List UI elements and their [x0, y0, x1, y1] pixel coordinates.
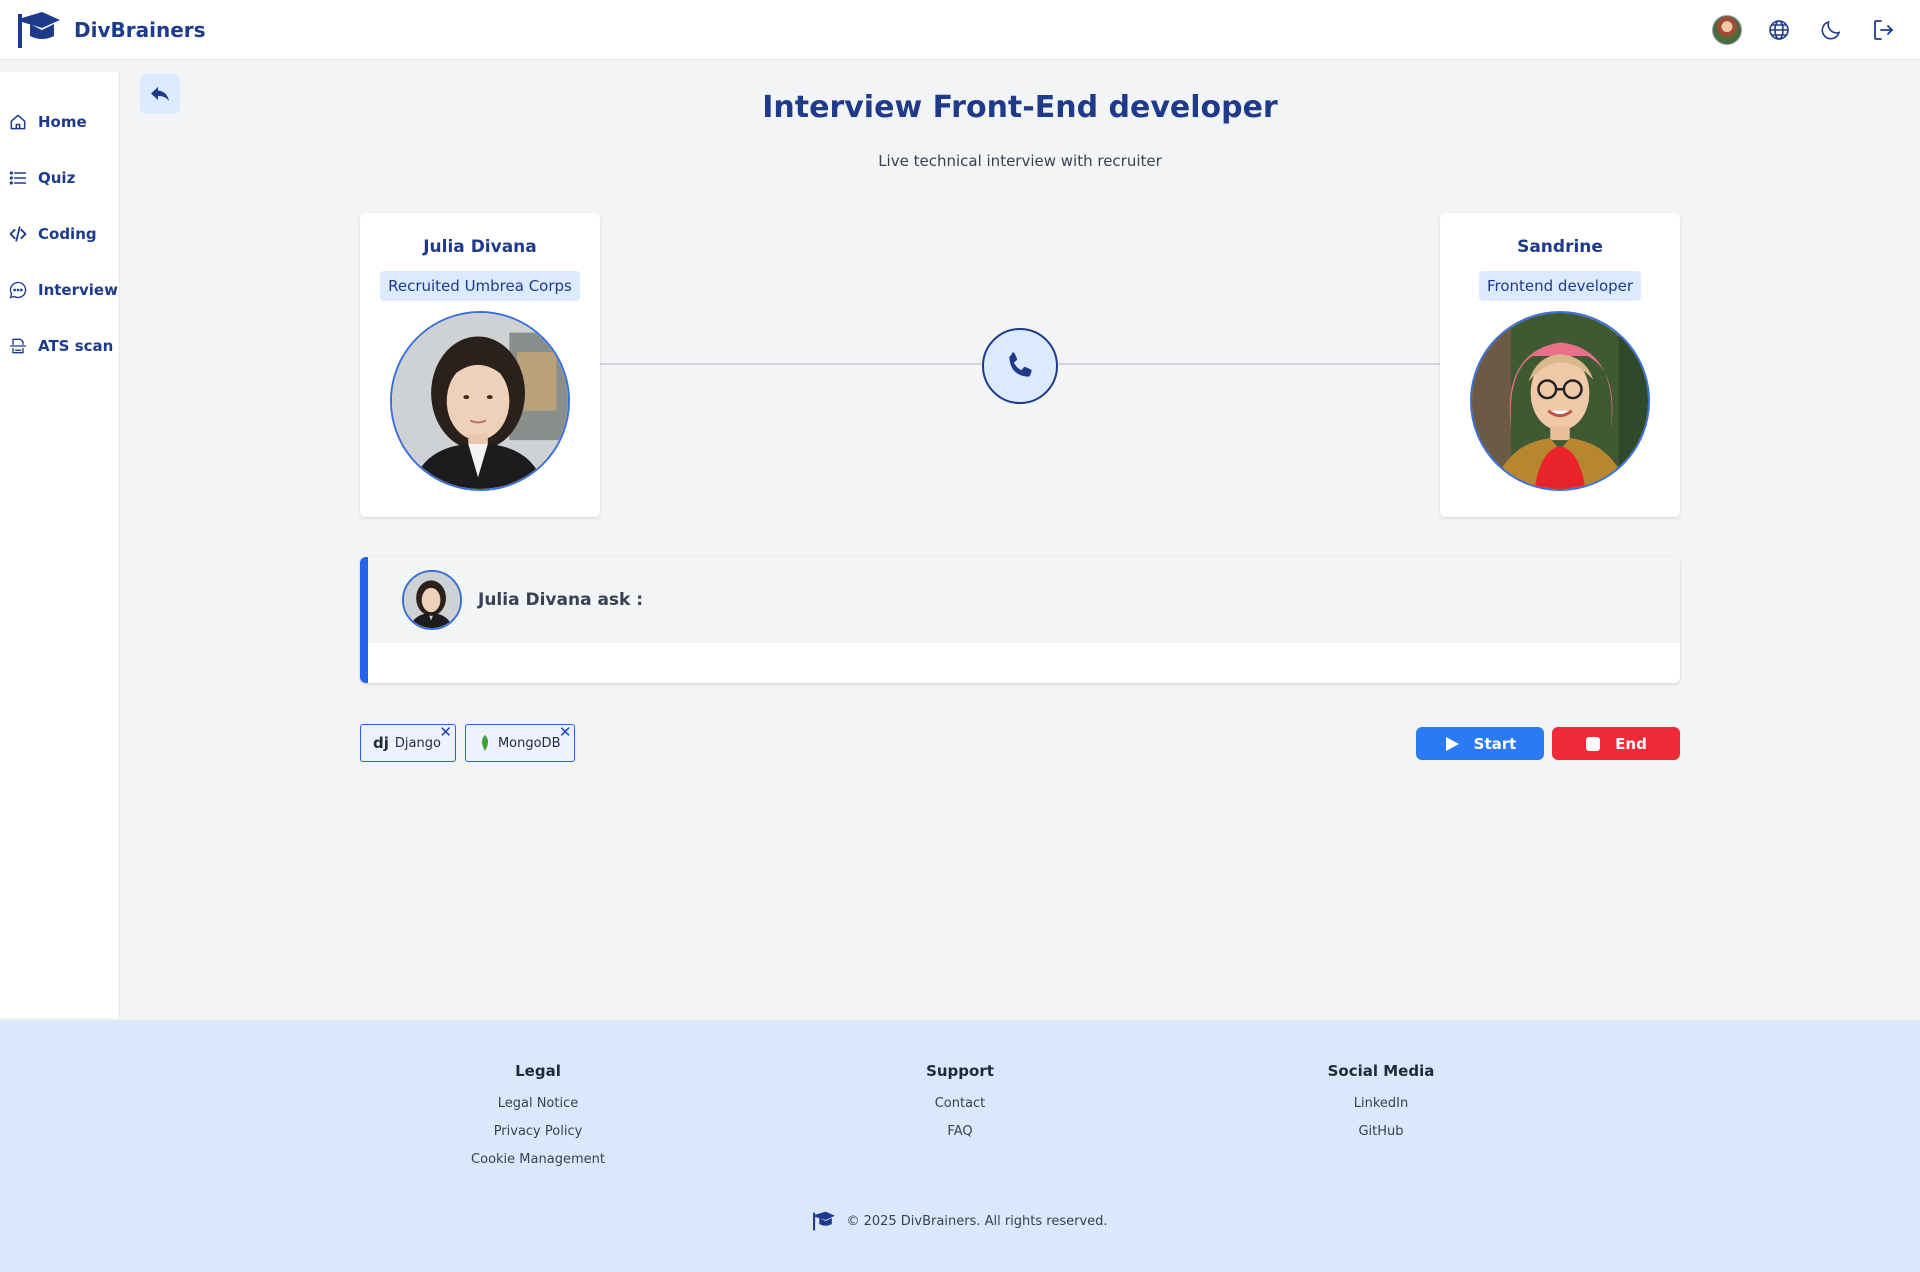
call-button[interactable] — [982, 328, 1058, 404]
interview-actions: Start End — [1416, 727, 1680, 760]
moon-icon — [1821, 20, 1841, 39]
sidebar-item-label: ATS scan — [38, 337, 114, 355]
candidate-photo — [1470, 311, 1650, 491]
sidebar-item-label: Coding — [38, 225, 97, 243]
sidebar: Home Quiz Coding Interview ATS scan — [0, 72, 120, 1018]
footer-link-faq[interactable]: FAQ — [850, 1118, 1070, 1146]
logout-button[interactable] — [1868, 15, 1898, 45]
footer-heading: Support — [926, 1062, 994, 1080]
page-subtitle: Live technical interview with recruiter — [878, 152, 1162, 170]
recruiter-name: Julia Divana — [423, 237, 537, 257]
recruiter-portrait — [392, 313, 568, 489]
header-actions — [1712, 14, 1904, 45]
sidebar-item-label: Home — [38, 113, 87, 131]
candidate-card: Sandrine Frontend developer — [1440, 213, 1680, 517]
user-avatar[interactable] — [1712, 14, 1742, 45]
page-title: Interview Front-End developer — [762, 90, 1278, 125]
question-text — [368, 643, 1680, 663]
sidebar-item-home[interactable]: Home — [0, 94, 119, 150]
tag-django[interactable]: dj Django ✕ — [360, 724, 456, 762]
django-icon: dj — [373, 734, 389, 752]
copyright-text: © 2025 DivBrainers. All rights reserved. — [846, 1213, 1108, 1229]
recruiter-card: Julia Divana Recruited Umbrea Corps — [360, 213, 600, 517]
candidate-portrait — [1472, 313, 1648, 489]
sidebar-item-label: Quiz — [38, 169, 76, 187]
code-icon — [9, 226, 27, 242]
logout-icon — [1874, 19, 1893, 40]
list-icon — [9, 171, 27, 185]
footer-link-github[interactable]: GitHub — [1271, 1118, 1491, 1146]
globe-icon — [1769, 19, 1789, 40]
candidate-role-badge: Frontend developer — [1478, 271, 1642, 301]
start-label: Start — [1473, 734, 1517, 753]
footer-link-privacy-policy[interactable]: Privacy Policy — [428, 1118, 648, 1146]
scan-icon — [9, 338, 27, 354]
footer-heading: Legal — [515, 1062, 561, 1080]
footer-link-legal-notice[interactable]: Legal Notice — [428, 1090, 648, 1118]
footer-column-support: Support Contact FAQ — [850, 1062, 1070, 1146]
home-icon — [10, 114, 26, 130]
theme-toggle-button[interactable] — [1816, 15, 1846, 45]
mongodb-leaf-icon — [481, 735, 488, 751]
sidebar-item-ats-scan[interactable]: ATS scan — [0, 318, 119, 374]
asker-portrait — [404, 572, 460, 628]
tag-label: Django — [394, 735, 441, 751]
brand-name: DivBrainers — [74, 17, 206, 42]
connection-line-right — [1058, 363, 1440, 365]
graduation-cap-logo-icon — [813, 1211, 836, 1231]
question-panel: Julia Divana ask : — [360, 557, 1680, 683]
question-header: Julia Divana ask : — [368, 557, 1680, 643]
footer-copyright: © 2025 DivBrainers. All rights reserved. — [0, 1210, 1920, 1232]
chat-icon — [9, 281, 27, 299]
graduation-cap-logo-icon — [18, 11, 60, 48]
top-navbar: DivBrainers — [0, 0, 1920, 60]
tech-tags: dj Django ✕ MongoDB ✕ — [360, 724, 576, 762]
footer-column-social: Social Media LinkedIn GitHub — [1271, 1062, 1491, 1146]
tag-label: MongoDB — [497, 735, 561, 751]
footer-link-linkedin[interactable]: LinkedIn — [1271, 1090, 1491, 1118]
question-label: Julia Divana ask : — [478, 590, 644, 610]
remove-tag-mongodb-close-icon[interactable]: ✕ — [559, 725, 572, 740]
footer-column-legal: Legal Legal Notice Privacy Policy Cookie… — [428, 1062, 648, 1174]
footer-heading: Social Media — [1327, 1062, 1435, 1080]
tag-mongodb[interactable]: MongoDB ✕ — [464, 724, 576, 762]
end-label: End — [1615, 734, 1647, 753]
footer-link-contact[interactable]: Contact — [850, 1090, 1070, 1118]
footer: Legal Legal Notice Privacy Policy Cookie… — [0, 1020, 1920, 1272]
brand-link[interactable]: DivBrainers — [16, 10, 206, 50]
recruiter-role-badge: Recruited Umbrea Corps — [380, 271, 580, 301]
recruiter-photo — [390, 311, 570, 491]
candidate-name: Sandrine — [1517, 237, 1603, 257]
remove-tag-django-close-icon[interactable]: ✕ — [439, 725, 452, 740]
end-button[interactable]: End — [1552, 727, 1680, 760]
play-icon — [1445, 736, 1459, 751]
phone-icon — [1009, 352, 1032, 377]
sidebar-item-coding[interactable]: Coding — [0, 206, 119, 262]
sidebar-item-quiz[interactable]: Quiz — [0, 150, 119, 206]
connection-line-left — [600, 363, 982, 365]
stop-icon — [1586, 736, 1601, 751]
footer-link-cookie-management[interactable]: Cookie Management — [428, 1146, 648, 1174]
language-button[interactable] — [1764, 15, 1794, 45]
sidebar-item-interview[interactable]: Interview — [0, 262, 119, 318]
asker-avatar — [402, 570, 462, 630]
sidebar-item-label: Interview — [38, 281, 118, 299]
start-button[interactable]: Start — [1416, 727, 1544, 760]
